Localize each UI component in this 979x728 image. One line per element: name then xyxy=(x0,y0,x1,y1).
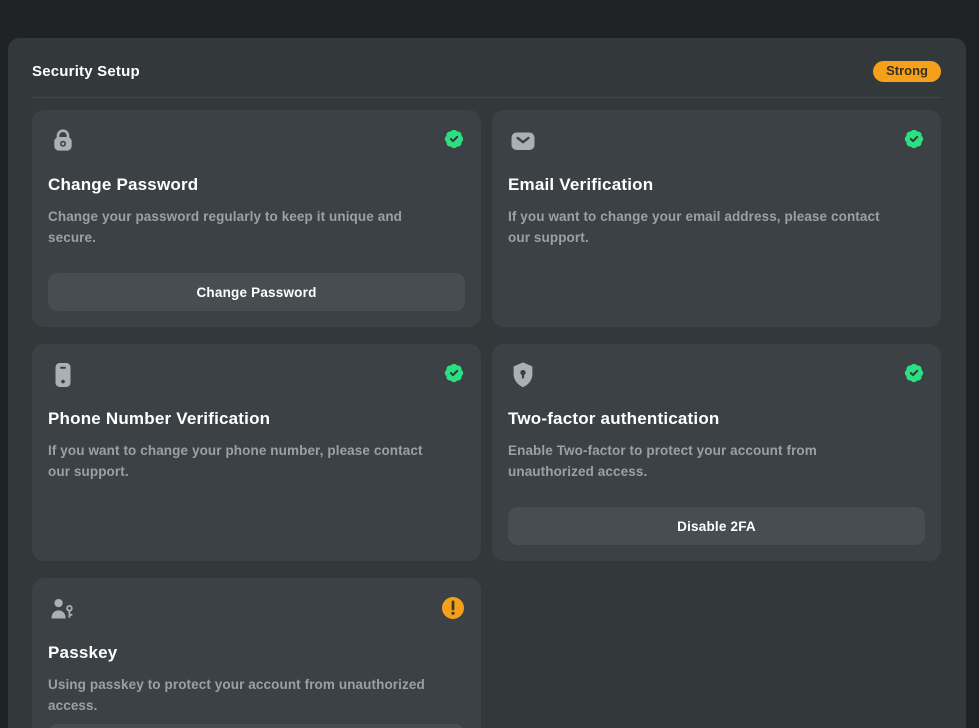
warning-icon xyxy=(441,596,465,620)
card-description: Enable Two-factor to protect your accoun… xyxy=(508,440,900,482)
security-setup-panel: Security Setup Strong xyxy=(8,38,966,728)
card-change-password: Change Password Change your password reg… xyxy=(32,110,481,327)
verified-check-icon xyxy=(443,128,465,150)
card-email-verification: Email Verification If you want to change… xyxy=(492,110,941,327)
card-top-row xyxy=(508,360,925,390)
card-description: If you want to change your phone number,… xyxy=(48,440,440,482)
security-strength-badge: Strong xyxy=(873,61,941,82)
card-description: Change your password regularly to keep i… xyxy=(48,206,440,248)
mail-icon xyxy=(508,126,538,156)
lock-icon xyxy=(48,126,78,156)
panel-header: Security Setup Strong xyxy=(8,38,966,82)
card-top-row xyxy=(508,126,925,156)
card-title: Two-factor authentication xyxy=(508,408,925,430)
card-top-row xyxy=(48,594,465,624)
card-two-factor-authentication: Two-factor authentication Enable Two-fac… xyxy=(492,344,941,561)
card-description: If you want to change your email address… xyxy=(508,206,900,248)
security-cards-grid: Change Password Change your password reg… xyxy=(32,110,941,728)
verified-check-icon xyxy=(903,128,925,150)
verified-check-icon xyxy=(903,362,925,384)
card-top-row xyxy=(48,360,465,390)
user-key-icon xyxy=(48,594,78,624)
card-title: Change Password xyxy=(48,174,465,196)
disable-2fa-button[interactable]: Disable 2FA xyxy=(508,507,925,545)
page-title: Security Setup xyxy=(32,63,140,80)
card-title: Email Verification xyxy=(508,174,925,196)
card-title: Passkey xyxy=(48,642,465,664)
card-description: Using passkey to protect your account fr… xyxy=(48,674,440,716)
card-passkey: Passkey Using passkey to protect your ac… xyxy=(32,578,481,728)
verified-check-icon xyxy=(443,362,465,384)
card-top-row xyxy=(48,126,465,156)
smartphone-icon xyxy=(48,360,78,390)
passkey-action-button[interactable] xyxy=(48,724,465,728)
change-password-button[interactable]: Change Password xyxy=(48,273,465,311)
card-title: Phone Number Verification xyxy=(48,408,465,430)
header-divider xyxy=(32,97,942,98)
shield-keyhole-icon xyxy=(508,360,538,390)
card-phone-number-verification: Phone Number Verification If you want to… xyxy=(32,344,481,561)
